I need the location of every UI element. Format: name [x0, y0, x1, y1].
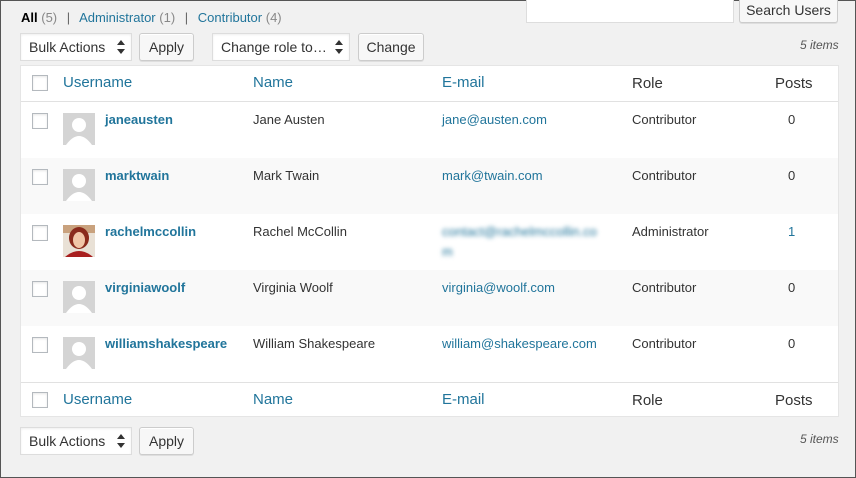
username-link[interactable]: williamshakespeare [105, 336, 227, 351]
search-users-button[interactable]: Search Users [739, 0, 838, 23]
user-name: Mark Twain [253, 168, 320, 183]
change-role-select-label: Change role to… [221, 39, 327, 55]
column-name-footer[interactable]: Name [253, 391, 293, 408]
users-table: Username Name E-mail Role Posts janeaust… [20, 65, 839, 417]
column-email-footer[interactable]: E-mail [442, 391, 485, 408]
post-count: 0 [788, 168, 796, 183]
filter-all-count: (5) [41, 10, 58, 25]
default-avatar-icon [63, 337, 95, 369]
bulk-actions-select-bottom[interactable]: Bulk Actions [20, 427, 132, 455]
user-role: Administrator [632, 224, 709, 239]
bulk-actions-select-label: Bulk Actions [29, 433, 106, 449]
search-input[interactable] [526, 0, 734, 23]
user-name: Rachel McCollin [253, 224, 347, 239]
table-row: rachelmccollin Rachel McCollin contact@r… [21, 214, 838, 270]
filter-separator: | [184, 10, 189, 25]
email-link[interactable]: virginia@woolf.com [442, 280, 555, 295]
post-count: 0 [788, 336, 796, 351]
column-posts-footer: Posts [775, 392, 813, 409]
apply-button-bottom[interactable]: Apply [139, 427, 194, 455]
row-checkbox[interactable] [32, 113, 48, 129]
change-role-select[interactable]: Change role to… [212, 33, 350, 61]
row-checkbox[interactable] [32, 225, 48, 241]
default-avatar-icon [63, 281, 95, 313]
photo-avatar [63, 225, 95, 257]
email-line-2: m [442, 244, 453, 259]
user-role: Contributor [632, 336, 697, 351]
username-link[interactable]: rachelmccollin [105, 224, 196, 239]
post-count: 0 [788, 280, 796, 295]
bulk-actions-select-top[interactable]: Bulk Actions [20, 33, 132, 61]
column-name[interactable]: Name [253, 74, 293, 91]
post-count: 0 [788, 112, 796, 127]
filter-all[interactable]: All [21, 10, 38, 25]
user-role: Contributor [632, 168, 697, 183]
items-count-top: 5 items [800, 38, 839, 52]
filter-separator: | [66, 10, 71, 25]
select-arrows-icon [117, 40, 125, 54]
email-link[interactable]: jane@austen.com [442, 112, 547, 127]
row-checkbox[interactable] [32, 281, 48, 297]
select-arrows-icon [117, 434, 125, 448]
table-header: Username Name E-mail Role Posts [21, 66, 838, 102]
table-row: janeausten Jane Austen jane@austen.com C… [21, 102, 838, 158]
column-username[interactable]: Username [63, 74, 132, 91]
email-link[interactable]: mark@twain.com [442, 168, 543, 183]
user-role: Contributor [632, 112, 697, 127]
column-posts: Posts [775, 75, 813, 92]
filter-contributor-count: (4) [265, 10, 282, 25]
username-link[interactable]: virginiawoolf [105, 280, 185, 295]
select-all-checkbox-footer[interactable] [32, 392, 48, 408]
filter-administrator[interactable]: Administrator [79, 10, 156, 25]
bulk-actions-select-label: Bulk Actions [29, 39, 106, 55]
filter-contributor[interactable]: Contributor [198, 10, 262, 25]
user-name: Jane Austen [253, 112, 325, 127]
row-checkbox[interactable] [32, 169, 48, 185]
default-avatar-icon [63, 113, 95, 145]
change-role-button[interactable]: Change [358, 33, 424, 61]
table-footer: Username Name E-mail Role Posts [21, 382, 838, 417]
select-all-checkbox[interactable] [32, 75, 48, 91]
username-link[interactable]: marktwain [105, 168, 169, 183]
table-row: virginiawoolf Virginia Woolf virginia@wo… [21, 270, 838, 326]
user-role: Contributor [632, 280, 697, 295]
email-link-blurred[interactable]: contact@rachelmccollin.co m [442, 222, 597, 262]
column-username-footer[interactable]: Username [63, 391, 132, 408]
username-link[interactable]: janeausten [105, 112, 173, 127]
user-name: Virginia Woolf [253, 280, 333, 295]
select-arrows-icon [335, 40, 343, 54]
default-avatar-icon [63, 169, 95, 201]
column-email[interactable]: E-mail [442, 74, 485, 91]
apply-button-top[interactable]: Apply [139, 33, 194, 61]
filter-administrator-count: (1) [159, 10, 176, 25]
email-link[interactable]: william@shakespeare.com [442, 336, 597, 351]
items-count-bottom: 5 items [800, 432, 839, 446]
post-count-link[interactable]: 1 [788, 224, 795, 239]
row-checkbox[interactable] [32, 337, 48, 353]
column-role-footer: Role [632, 392, 663, 409]
email-line-1: contact@rachelmccollin.co [442, 224, 597, 239]
user-role-filters: All (5) | Administrator (1) | Contributo… [21, 10, 282, 25]
table-row: marktwain Mark Twain mark@twain.com Cont… [21, 158, 838, 214]
column-role: Role [632, 75, 663, 92]
table-row: williamshakespeare William Shakespeare w… [21, 326, 838, 382]
user-name: William Shakespeare [253, 336, 376, 351]
